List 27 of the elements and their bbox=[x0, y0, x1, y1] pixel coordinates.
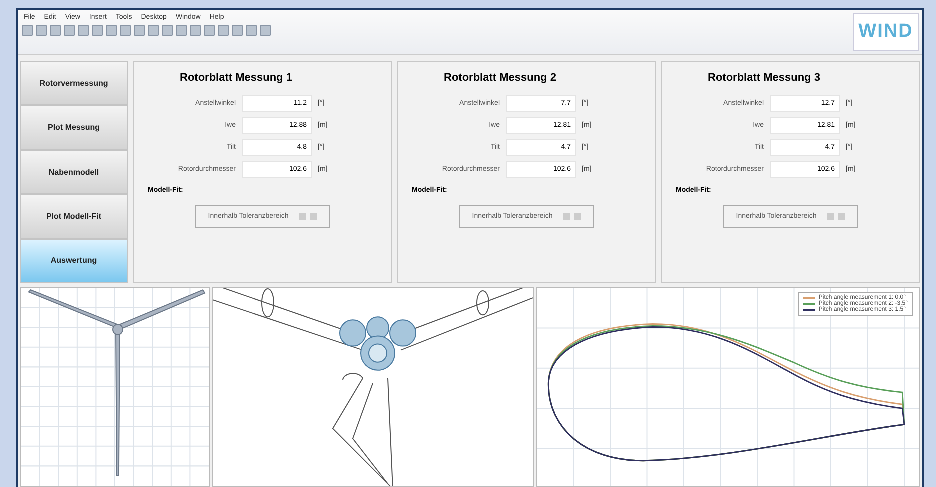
sidebar-button[interactable]: Plot Messung bbox=[20, 105, 128, 150]
toolbar-icon[interactable] bbox=[260, 25, 271, 36]
sidebar-button[interactable]: Nabenmodell bbox=[20, 150, 128, 194]
toolbar-icon[interactable] bbox=[176, 25, 187, 36]
toolbar-icon[interactable] bbox=[162, 25, 173, 36]
toolbar-icon[interactable] bbox=[106, 25, 117, 36]
toolbar-icon[interactable] bbox=[134, 25, 145, 36]
toolbar-icon[interactable] bbox=[148, 25, 159, 36]
toolbar-icon[interactable] bbox=[22, 25, 33, 36]
logo: WIND bbox=[853, 13, 919, 51]
panel-title: Rotorblatt Messung 2 bbox=[443, 72, 558, 84]
sidebar-button[interactable]: Auswertung bbox=[20, 238, 128, 284]
toolbar-icon[interactable] bbox=[246, 25, 257, 36]
toolbar-icon[interactable] bbox=[78, 25, 89, 36]
toolbar-icon[interactable] bbox=[218, 25, 229, 36]
toolbar-icon[interactable] bbox=[190, 25, 201, 36]
toolbar-icon[interactable] bbox=[92, 25, 103, 36]
sidebar-button[interactable]: Plot Modell-Fit bbox=[20, 194, 128, 239]
panel-title: Rotorblatt Messung 1 bbox=[179, 72, 294, 84]
sidebar-button[interactable]: Rotorvermessung bbox=[20, 61, 128, 106]
toolbar-icon[interactable] bbox=[64, 25, 75, 36]
toolbar-icon[interactable] bbox=[232, 25, 243, 36]
toolbar-icon[interactable] bbox=[120, 25, 131, 36]
toolbar-icon[interactable] bbox=[50, 25, 61, 36]
toolbar-icon[interactable] bbox=[36, 25, 47, 36]
panel-title: Rotorblatt Messung 3 bbox=[707, 72, 822, 84]
toolbar-icon[interactable] bbox=[204, 25, 215, 36]
